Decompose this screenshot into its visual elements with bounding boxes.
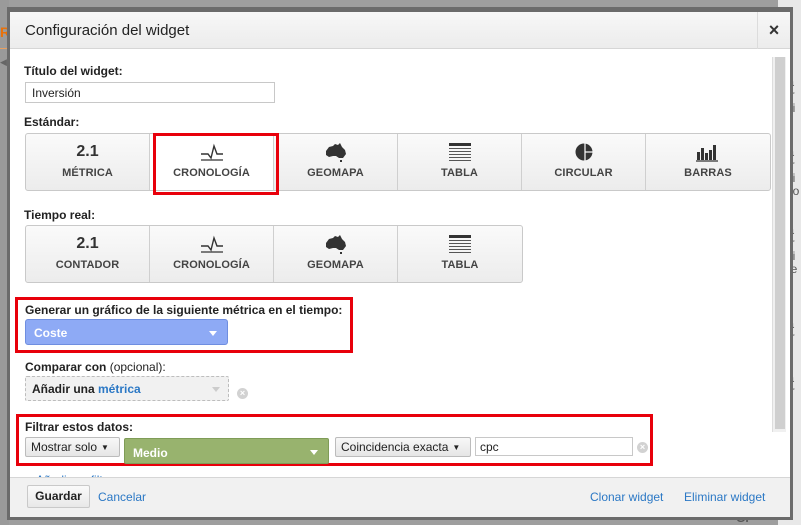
scrollbar[interactable] — [772, 57, 786, 432]
realtime-table-button[interactable]: TABLA — [398, 226, 522, 282]
cancel-link[interactable]: Cancelar — [98, 490, 146, 504]
vis-label: GEOMAPA — [307, 259, 364, 271]
standard-geomap-button[interactable]: GEOMAPA — [274, 134, 398, 190]
filter-match-type-select[interactable]: Coincidencia exacta ▼ — [335, 437, 471, 457]
standard-metric-button[interactable]: 2.1 MÉTRICA — [26, 134, 150, 190]
vis-label: CONTADOR — [55, 259, 120, 271]
compare-placeholder-link: métrica — [98, 382, 141, 396]
metric-number-icon: 2.1 — [76, 235, 99, 252]
table-icon — [447, 234, 473, 254]
timeline-icon — [198, 142, 226, 162]
dialog-header: Configuración del widget × — [10, 12, 790, 49]
compare-placeholder: Añadir una — [32, 382, 99, 396]
realtime-timeline-button[interactable]: CRONOLOGÍA — [150, 226, 274, 282]
realtime-geomap-button[interactable]: GEOMAPA — [274, 226, 398, 282]
chevron-down-icon — [212, 387, 220, 392]
standard-pie-button[interactable]: CIRCULAR — [522, 134, 646, 190]
filter-dimension-value: Medio — [133, 446, 168, 460]
close-button[interactable]: × — [757, 12, 790, 49]
standard-visualization-group: 2.1 MÉTRICA CRONOLOGÍA GEOMAPA TABLA CIR… — [25, 133, 771, 191]
vis-label: GEOMAPA — [307, 167, 364, 179]
standard-timeline-button[interactable]: CRONOLOGÍA — [150, 134, 274, 190]
vis-label: CRONOLOGÍA — [173, 259, 250, 271]
filter-label: Filtrar estos datos: — [25, 420, 134, 434]
widget-title-input[interactable] — [25, 82, 275, 103]
close-icon: × — [768, 20, 780, 40]
vis-label: CRONOLOGÍA — [173, 167, 250, 179]
clear-compare-icon[interactable]: × — [237, 388, 248, 399]
chevron-down-icon — [310, 450, 318, 455]
widget-title-label: Título del widget: — [24, 64, 123, 78]
clone-widget-link[interactable]: Clonar widget — [590, 490, 663, 504]
metric-label: Generar un gráfico de la siguiente métri… — [25, 303, 343, 317]
table-icon — [447, 142, 473, 162]
standard-bar-button[interactable]: BARRAS — [646, 134, 770, 190]
metric-select-value: Coste — [34, 326, 68, 340]
compare-metric-select[interactable]: Añadir una métrica — [25, 376, 229, 401]
dialog-title: Configuración del widget — [25, 22, 190, 39]
vis-label: TABLA — [441, 259, 479, 271]
geomap-icon — [323, 234, 349, 254]
bar-chart-icon — [695, 142, 721, 162]
filter-mode-value: Mostrar solo — [31, 440, 98, 454]
scrollbar-thumb[interactable] — [775, 57, 785, 429]
standard-label: Estándar: — [24, 115, 80, 129]
filter-match-type-value: Coincidencia exacta — [341, 440, 449, 454]
clear-filter-icon[interactable]: × — [637, 442, 648, 453]
dialog-body: Título del widget: Estándar: 2.1 MÉTRICA… — [10, 49, 790, 477]
metric-number-icon: 2.1 — [76, 143, 99, 160]
filter-mode-select[interactable]: Mostrar solo ▼ — [25, 437, 120, 457]
metric-select[interactable]: Coste — [25, 319, 228, 345]
geomap-icon — [323, 142, 349, 162]
vis-label: CIRCULAR — [554, 167, 613, 179]
compare-label-optional: (opcional): — [106, 360, 166, 374]
vis-label: BARRAS — [684, 167, 732, 179]
realtime-visualization-group: 2.1 CONTADOR CRONOLOGÍA GEOMAPA TABLA — [25, 225, 523, 283]
vis-label: MÉTRICA — [62, 167, 113, 179]
chevron-down-icon — [209, 331, 217, 336]
realtime-counter-button[interactable]: 2.1 CONTADOR — [26, 226, 150, 282]
compare-label-bold: Comparar con — [25, 360, 107, 374]
vis-label: TABLA — [441, 167, 478, 179]
realtime-label: Tiempo real: — [24, 208, 96, 222]
widget-config-dialog: Configuración del widget × Título del wi… — [7, 7, 793, 520]
standard-table-button[interactable]: TABLA — [398, 134, 522, 190]
background-arrow-icon: ◀ — [0, 57, 7, 67]
filter-dimension-select[interactable]: Medio — [124, 438, 329, 464]
timeline-icon — [198, 234, 226, 254]
filter-value-input[interactable] — [475, 437, 633, 456]
dropdown-arrow-icon: ▼ — [101, 443, 109, 452]
save-button[interactable]: Guardar — [27, 485, 90, 508]
compare-label: Comparar con (opcional): — [25, 360, 166, 374]
dropdown-arrow-icon: ▼ — [452, 443, 461, 452]
dialog-footer: Guardar Cancelar Clonar widget Eliminar … — [10, 477, 790, 517]
pie-icon — [573, 142, 595, 162]
delete-widget-link[interactable]: Eliminar widget — [684, 490, 765, 504]
